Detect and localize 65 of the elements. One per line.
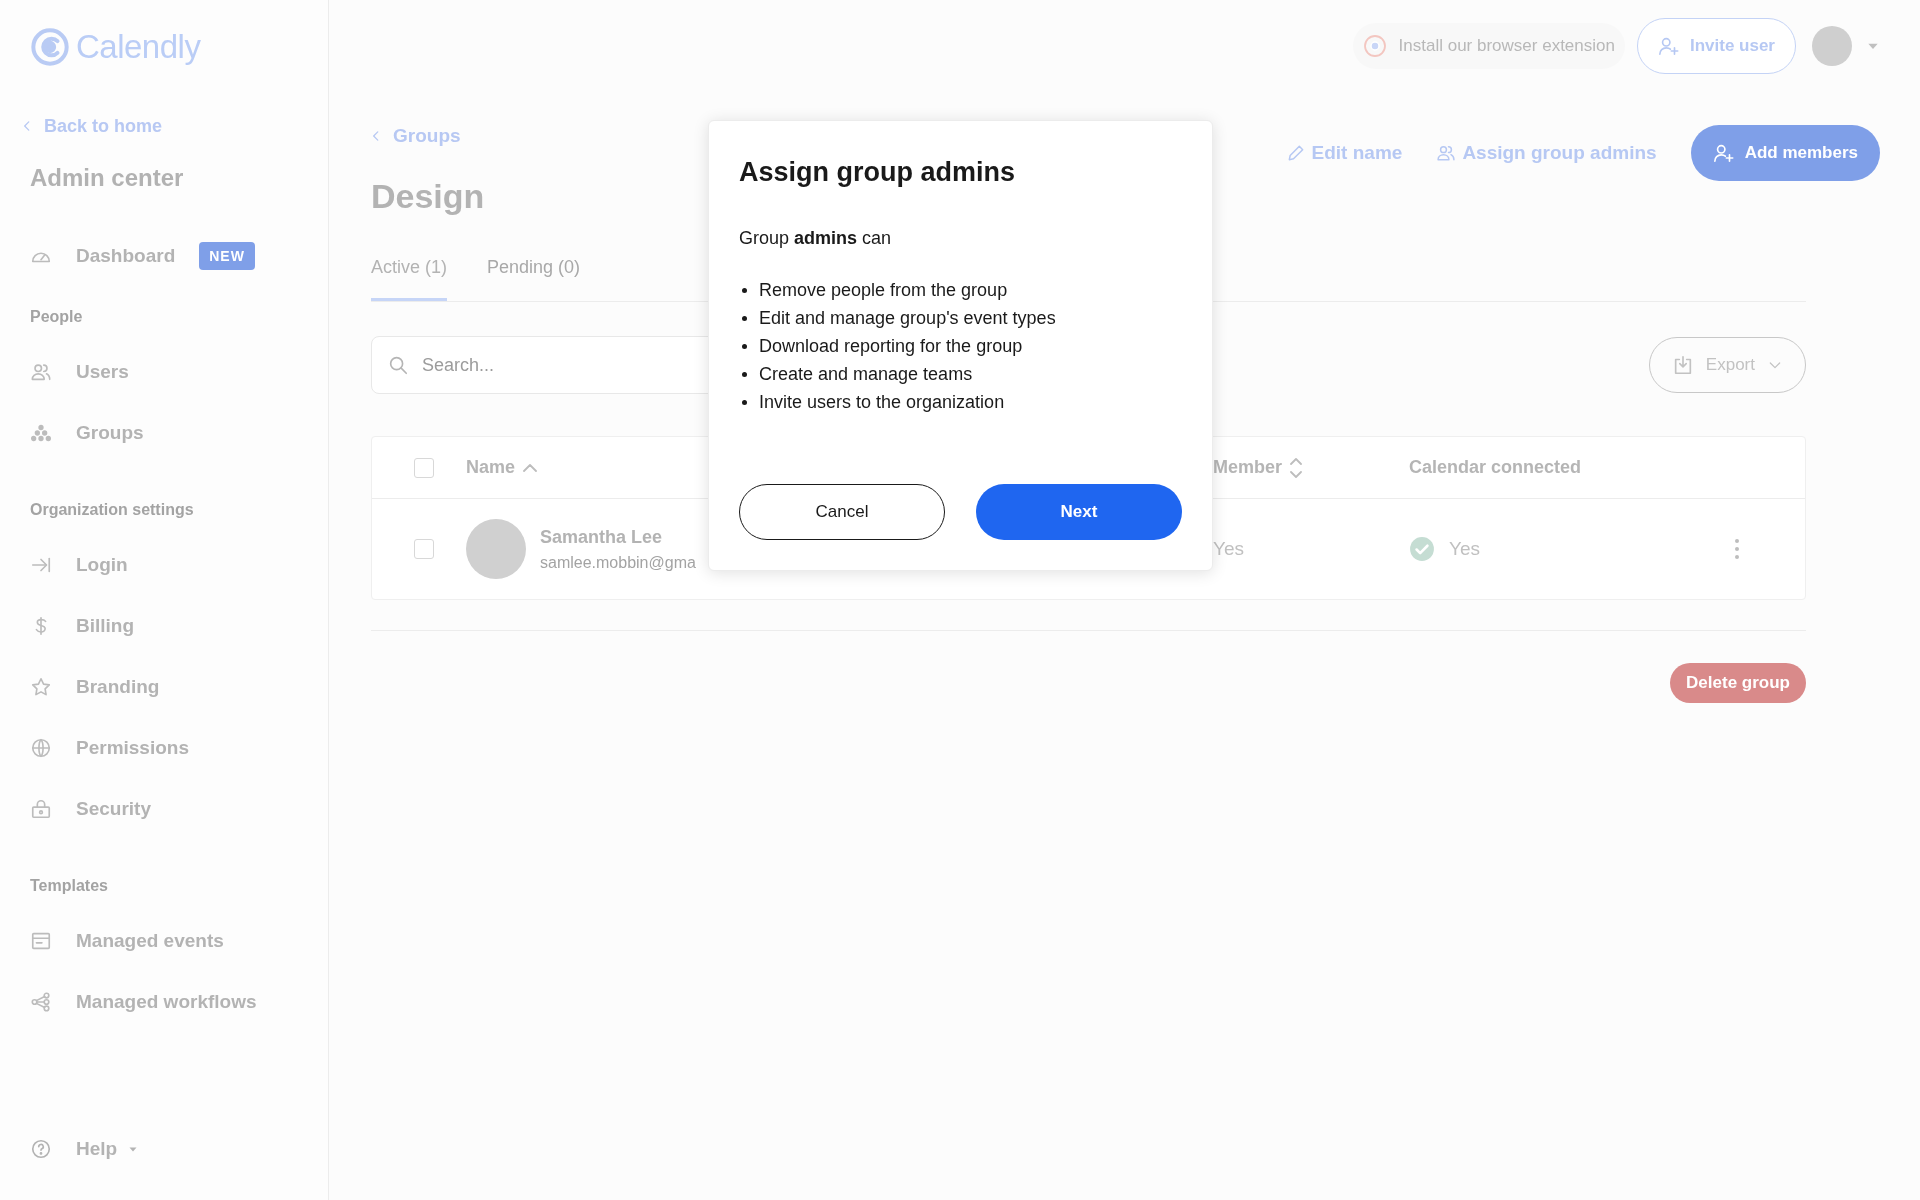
- nav-heading: People: [30, 307, 84, 327]
- list-item: Remove people from the group: [759, 279, 1008, 301]
- page-title: Design: [371, 176, 485, 216]
- person-plus-icon: [1657, 35, 1680, 57]
- member-value: Yes: [1213, 538, 1244, 560]
- list-item: Edit and manage group's event types: [759, 307, 1056, 329]
- more-icon: [1735, 539, 1739, 559]
- bullet-icon: [742, 371, 747, 377]
- nav-heading: Templates: [30, 876, 109, 896]
- bullet-icon: [742, 343, 747, 349]
- action-link[interactable]: Assign group admins: [1436, 142, 1657, 164]
- add-members-button[interactable]: Add members: [1690, 125, 1880, 181]
- star-icon: [30, 675, 52, 698]
- delete-group-button[interactable]: Delete group: [1670, 663, 1806, 703]
- help-menu[interactable]: Help: [30, 1138, 140, 1160]
- tab[interactable]: Active (1): [371, 246, 448, 301]
- breadcrumb-link[interactable]: Groups: [369, 124, 461, 148]
- column-header: Calendar connected: [1409, 457, 1582, 478]
- sort-icon: [1290, 457, 1303, 478]
- lock-icon: [30, 797, 52, 820]
- nav-item[interactable]: Managed workflows: [30, 971, 257, 1032]
- avatar: [466, 519, 526, 579]
- action-link[interactable]: Edit name: [1285, 142, 1403, 164]
- bullet-icon: [742, 399, 747, 405]
- nav-item[interactable]: Managed events: [30, 910, 224, 971]
- new-badge: NEW: [199, 241, 255, 270]
- nav-item[interactable]: Login: [30, 534, 128, 595]
- nav-item[interactable]: Security: [30, 778, 151, 839]
- dialog-text: Group admins can: [739, 227, 893, 250]
- dialog-title: Assign group admins: [739, 156, 1017, 189]
- logo-text: Calendly: [76, 28, 201, 66]
- users-icon: [1436, 143, 1457, 163]
- next-button[interactable]: Next: [976, 484, 1182, 540]
- logo-icon: [30, 27, 70, 67]
- check-circle-icon: [1409, 536, 1435, 562]
- nav-item[interactable]: Branding: [30, 656, 160, 717]
- user-name: Samantha Lee: [540, 526, 664, 548]
- tab[interactable]: Pending (0): [487, 246, 581, 301]
- extension-link[interactable]: Install our browser extension: [1352, 23, 1625, 69]
- sort-up-icon: [523, 463, 538, 472]
- workflow-icon: [30, 990, 52, 1013]
- checkbox[interactable]: [414, 457, 434, 478]
- invite-user-button[interactable]: Invite user: [1636, 18, 1796, 74]
- account-menu[interactable]: [1812, 26, 1880, 66]
- nav-heading: Organization settings: [30, 500, 195, 520]
- user-email: samlee.mobbin@gma: [540, 553, 696, 572]
- globe-icon: [30, 736, 52, 759]
- list-item: Invite users to the organization: [759, 391, 1005, 413]
- bullet-icon: [742, 315, 747, 321]
- nav-item[interactable]: Permissions: [30, 717, 189, 778]
- avatar: [1812, 26, 1852, 66]
- section-title: Admin center: [30, 163, 185, 193]
- person-plus-icon: [1712, 142, 1735, 164]
- back-link[interactable]: Back to home: [20, 114, 163, 138]
- checkbox[interactable]: [414, 539, 434, 559]
- bullet-icon: [742, 287, 747, 293]
- calendar-value: Yes: [1449, 538, 1480, 560]
- nav-item[interactable]: Dashboard NEW: [30, 225, 255, 286]
- cancel-button[interactable]: Cancel: [739, 484, 945, 540]
- column-header[interactable]: Name: [466, 457, 516, 478]
- nav-item[interactable]: Groups: [30, 402, 144, 463]
- help-icon: [30, 1138, 52, 1160]
- nav-item[interactable]: Billing: [30, 595, 135, 656]
- nav-item[interactable]: Users: [30, 341, 129, 402]
- column-header[interactable]: Member: [1213, 457, 1283, 478]
